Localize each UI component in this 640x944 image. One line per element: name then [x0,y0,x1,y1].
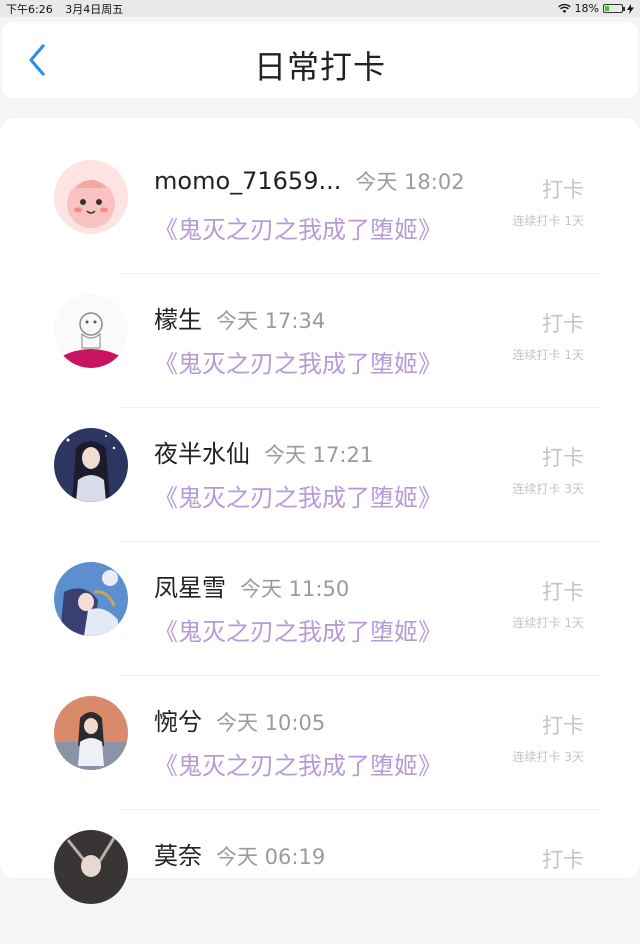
book-title[interactable]: 《鬼灭之刃之我成了堕姬》 [154,478,442,513]
checkin-label: 打卡 [542,580,584,604]
status-date: 3月4日周五 [65,2,124,16]
user-name-text: 莫奈 [154,842,202,870]
streak-count: 连续打卡 3天 [512,482,584,496]
book-title[interactable]: 《鬼灭之刃之我成了堕姬》 [154,612,442,647]
checkin-time: 今天 11:50 [240,577,350,601]
list-item[interactable]: 惋兮 今天 10:05 《鬼灭之刃之我成了堕姬》 打卡 连续打卡 3天 [0,676,640,810]
wifi-icon [557,3,571,13]
avatar[interactable] [54,696,128,770]
user-name: 檬生 今天 17:34 [154,300,325,335]
avatar[interactable] [54,830,128,904]
list-item[interactable]: 凤星雪 今天 11:50 《鬼灭之刃之我成了堕姬》 打卡 连续打卡 1天 [0,542,640,676]
streak-count: 连续打卡 1天 [512,616,584,630]
checkin-time: 今天 06:19 [216,845,326,869]
user-name-text: 凤星雪 [154,574,226,602]
status-time: 下午6:26 [6,2,53,16]
avatar[interactable] [54,428,128,502]
user-name: 夜半水仙 今天 17:21 [154,434,373,469]
battery-icon [603,4,625,13]
charging-icon [627,3,634,14]
book-title[interactable]: 《鬼灭之刃之我成了堕姬》 [154,344,442,379]
list-item[interactable]: 莫奈 今天 06:19 打卡 [0,810,640,944]
checkin-time: 今天 17:34 [216,309,326,333]
user-name: momo_71659... 今天 18:02 [154,166,465,196]
status-right: 18% [557,2,634,15]
status-bar: 下午6:26 3月4日周五 18% [0,0,640,17]
streak-count: 连续打卡 3天 [512,750,584,764]
list-item[interactable]: 夜半水仙 今天 17:21 《鬼灭之刃之我成了堕姬》 打卡 连续打卡 3天 [0,408,640,542]
user-name: 惋兮 今天 10:05 [154,702,325,737]
checkin-label: 打卡 [542,848,584,872]
battery-percent: 18% [574,2,599,15]
checkin-label: 打卡 [542,178,584,202]
nav-bar: 日常打卡 [2,22,638,98]
checkin-time: 今天 10:05 [216,711,326,735]
list-item[interactable]: 檬生 今天 17:34 《鬼灭之刃之我成了堕姬》 打卡 连续打卡 1天 [0,274,640,408]
avatar[interactable] [54,562,128,636]
checkin-label: 打卡 [542,714,584,738]
user-name-text: 檬生 [154,306,202,334]
list-item[interactable]: momo_71659... 今天 18:02 《鬼灭之刃之我成了堕姬》 打卡 连续… [0,140,640,274]
book-title[interactable]: 《鬼灭之刃之我成了堕姬》 [154,746,442,781]
user-name: 凤星雪 今天 11:50 [154,568,349,603]
checkin-list: momo_71659... 今天 18:02 《鬼灭之刃之我成了堕姬》 打卡 连续… [0,118,640,904]
avatar[interactable] [54,294,128,368]
checkin-time: 今天 17:21 [264,443,374,467]
checkin-label: 打卡 [542,312,584,336]
avatar[interactable] [54,160,128,234]
user-name-text: 惋兮 [154,708,202,736]
checkin-label: 打卡 [542,446,584,470]
status-left: 下午6:26 3月4日周五 [6,1,132,17]
page-title: 日常打卡 [253,48,386,86]
user-name: 莫奈 今天 06:19 [154,836,325,871]
streak-count: 连续打卡 1天 [512,348,584,362]
user-name-text: momo_71659... [154,167,342,195]
book-title[interactable]: 《鬼灭之刃之我成了堕姬》 [154,210,442,245]
user-name-text: 夜半水仙 [154,440,250,468]
streak-count: 连续打卡 1天 [512,214,584,228]
checkin-time: 今天 18:02 [355,170,465,194]
